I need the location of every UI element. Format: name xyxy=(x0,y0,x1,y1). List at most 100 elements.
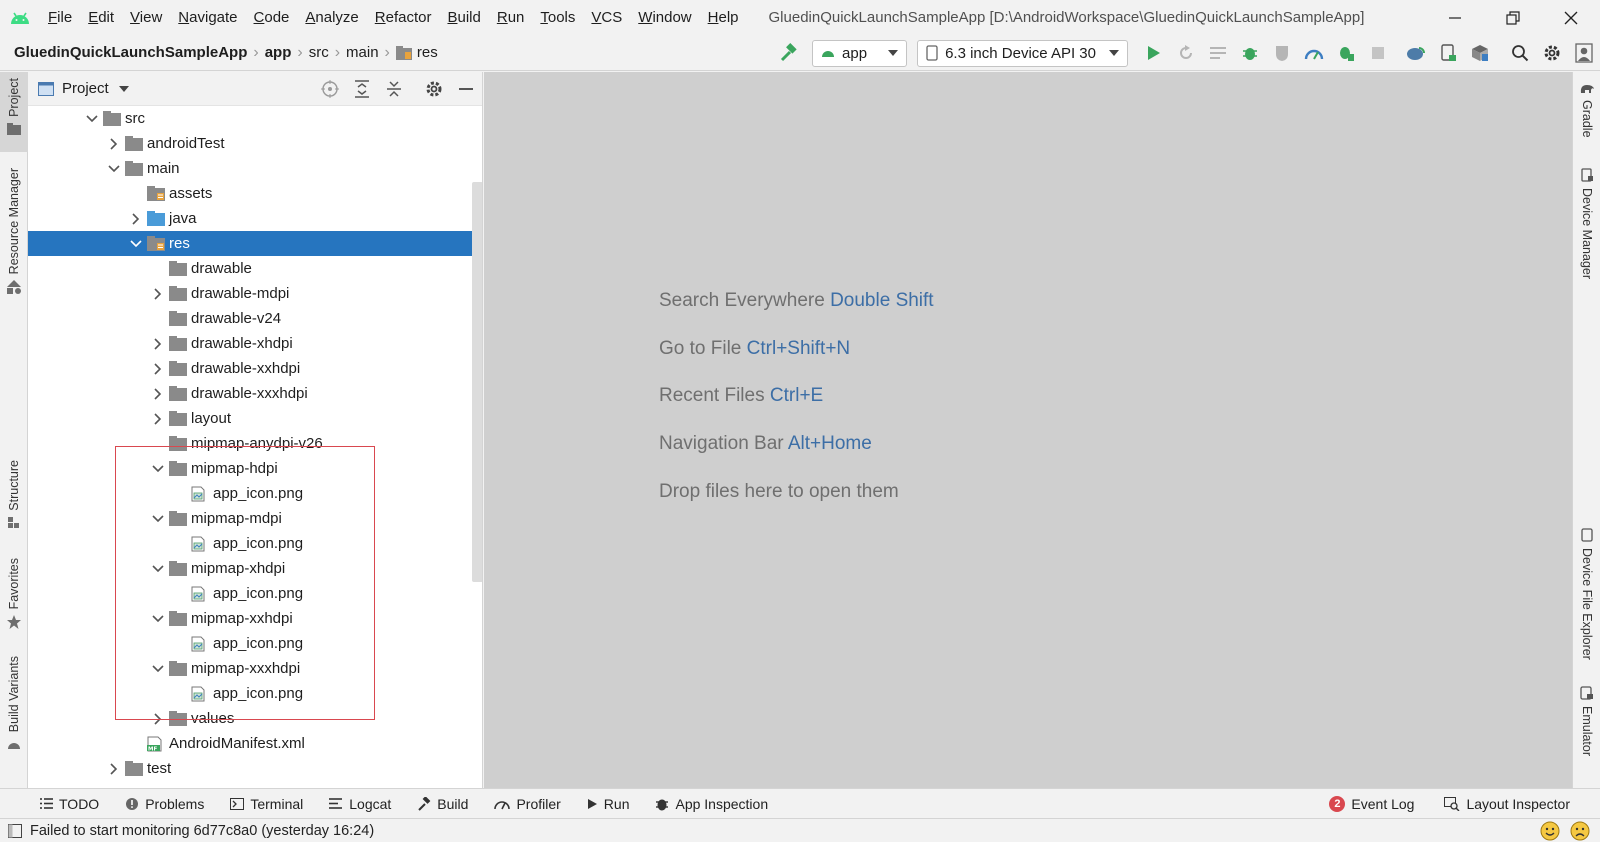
chevron-down-icon[interactable] xyxy=(125,231,147,256)
tool-tab-resource-manager[interactable]: Resource Manager xyxy=(0,168,28,298)
tree-row[interactable]: app_icon.png xyxy=(28,531,482,556)
menu-run[interactable]: Run xyxy=(489,0,533,35)
tree-row[interactable]: androidTest xyxy=(28,131,482,156)
chevron-right-icon[interactable] xyxy=(147,331,169,356)
tree-row[interactable]: drawable xyxy=(28,256,482,281)
sad-feedback-icon[interactable] xyxy=(1570,821,1590,841)
tool-tab-build-variants[interactable]: Build Variants xyxy=(0,656,28,762)
apply-changes-restart-icon[interactable] xyxy=(1170,35,1202,71)
breadcrumb-src[interactable]: src xyxy=(309,44,329,61)
tree-row[interactable]: mipmap-anydpi-v26 xyxy=(28,431,482,456)
menu-tools[interactable]: Tools xyxy=(532,0,583,35)
chevron-right-icon[interactable] xyxy=(103,756,125,781)
tree-row[interactable]: app_icon.png xyxy=(28,581,482,606)
chevron-down-icon[interactable] xyxy=(81,106,103,131)
project-tree-scrollbar[interactable] xyxy=(472,182,482,582)
tree-row[interactable]: drawable-xxxhdpi xyxy=(28,381,482,406)
tree-row[interactable]: mipmap-xhdpi xyxy=(28,556,482,581)
chevron-down-icon[interactable] xyxy=(147,606,169,631)
menu-edit[interactable]: Edit xyxy=(80,0,122,35)
happy-feedback-icon[interactable] xyxy=(1540,821,1560,841)
tree-row[interactable]: java xyxy=(28,206,482,231)
menu-view[interactable]: View xyxy=(122,0,170,35)
status-message[interactable]: Failed to start monitoring 6d77c8a0 (yes… xyxy=(30,823,374,839)
toggle-tool-windows-icon[interactable] xyxy=(8,823,22,838)
chevron-right-icon[interactable] xyxy=(147,356,169,381)
sync-project-icon[interactable] xyxy=(1400,35,1432,71)
panel-settings-gear-icon[interactable] xyxy=(418,72,450,106)
tree-row[interactable]: MF AndroidManifest.xml xyxy=(28,731,482,756)
tree-row[interactable]: layout xyxy=(28,406,482,431)
breadcrumb-project[interactable]: GluedinQuickLaunchSampleApp xyxy=(14,44,247,61)
tool-tab-gradle[interactable]: Gradle xyxy=(1573,82,1600,152)
menu-window[interactable]: Window xyxy=(630,0,699,35)
project-view-selector[interactable]: Project xyxy=(62,80,109,97)
menu-build[interactable]: Build xyxy=(439,0,488,35)
tree-row[interactable]: drawable-xhdpi xyxy=(28,331,482,356)
tool-tab-run[interactable]: Run xyxy=(587,796,629,812)
tool-tab-emulator[interactable]: Emulator xyxy=(1573,686,1600,766)
tree-row[interactable]: res xyxy=(28,231,482,256)
tool-tab-todo[interactable]: TODO xyxy=(40,796,99,812)
device-manager-icon[interactable] xyxy=(1432,35,1464,71)
close-icon[interactable] xyxy=(1542,0,1600,35)
tool-tab-event-log[interactable]: 2 Event Log xyxy=(1329,796,1414,812)
chevron-down-icon[interactable] xyxy=(147,456,169,481)
select-opened-file-icon[interactable] xyxy=(314,72,346,106)
tree-row[interactable]: src xyxy=(28,106,482,131)
collapse-all-icon[interactable] xyxy=(378,72,410,106)
minimize-icon[interactable] xyxy=(1426,0,1484,35)
chevron-right-icon[interactable] xyxy=(103,131,125,156)
settings-gear-icon[interactable] xyxy=(1536,35,1568,71)
tree-row[interactable]: mipmap-mdpi xyxy=(28,506,482,531)
search-icon[interactable] xyxy=(1504,35,1536,71)
hide-panel-icon[interactable] xyxy=(450,72,482,106)
make-project-hammer-icon[interactable] xyxy=(772,35,804,71)
device-select[interactable]: 6.3 inch Device API 30 xyxy=(917,39,1128,67)
tree-row[interactable]: assets xyxy=(28,181,482,206)
chevron-right-icon[interactable] xyxy=(147,381,169,406)
tool-tab-profiler[interactable]: Profiler xyxy=(494,796,561,812)
tool-tab-structure[interactable]: Structure xyxy=(0,460,28,540)
breadcrumb-res[interactable]: res xyxy=(417,44,438,61)
tool-tab-device-manager[interactable]: Device Manager xyxy=(1573,168,1600,298)
chevron-right-icon[interactable] xyxy=(125,206,147,231)
tool-tab-app-inspection[interactable]: App Inspection xyxy=(655,796,768,812)
tool-tab-build[interactable]: Build xyxy=(417,796,468,812)
chevron-right-icon[interactable] xyxy=(147,706,169,731)
chevron-down-icon[interactable] xyxy=(147,656,169,681)
tree-row[interactable]: test xyxy=(28,756,482,781)
tree-row[interactable]: app_icon.png xyxy=(28,681,482,706)
apply-code-changes-icon[interactable] xyxy=(1202,35,1234,71)
coverage-icon[interactable] xyxy=(1266,35,1298,71)
menu-navigate[interactable]: Navigate xyxy=(170,0,245,35)
chevron-down-icon[interactable] xyxy=(103,156,125,181)
tree-row[interactable]: mipmap-xxxhdpi xyxy=(28,656,482,681)
tree-row[interactable]: main xyxy=(28,156,482,181)
chevron-right-icon[interactable] xyxy=(147,281,169,306)
menu-help[interactable]: Help xyxy=(700,0,747,35)
chevron-right-icon[interactable] xyxy=(147,406,169,431)
breadcrumb-main[interactable]: main xyxy=(346,44,379,61)
menu-analyze[interactable]: Analyze xyxy=(297,0,366,35)
sdk-manager-icon[interactable] xyxy=(1464,35,1496,71)
tree-row[interactable]: drawable-mdpi xyxy=(28,281,482,306)
menu-code[interactable]: Code xyxy=(246,0,298,35)
attach-debugger-icon[interactable] xyxy=(1330,35,1362,71)
profile-icon[interactable] xyxy=(1298,35,1330,71)
menu-file[interactable]: File xyxy=(40,0,80,35)
tree-row[interactable]: values xyxy=(28,706,482,731)
tool-tab-problems[interactable]: Problems xyxy=(125,796,204,812)
tool-tab-favorites[interactable]: Favorites xyxy=(0,558,28,638)
tree-row[interactable]: drawable-xxhdpi xyxy=(28,356,482,381)
tree-row[interactable]: app_icon.png xyxy=(28,631,482,656)
tree-row[interactable]: drawable-v24 xyxy=(28,306,482,331)
chevron-down-icon[interactable] xyxy=(118,85,129,92)
tool-tab-layout-inspector[interactable]: Layout Inspector xyxy=(1444,796,1570,812)
stop-icon[interactable] xyxy=(1362,35,1394,71)
breadcrumb-app[interactable]: app xyxy=(265,44,292,61)
restore-icon[interactable] xyxy=(1484,0,1542,35)
account-avatar-icon[interactable] xyxy=(1568,35,1600,71)
tool-tab-logcat[interactable]: Logcat xyxy=(329,796,391,812)
tool-tab-terminal[interactable]: Terminal xyxy=(230,796,303,812)
